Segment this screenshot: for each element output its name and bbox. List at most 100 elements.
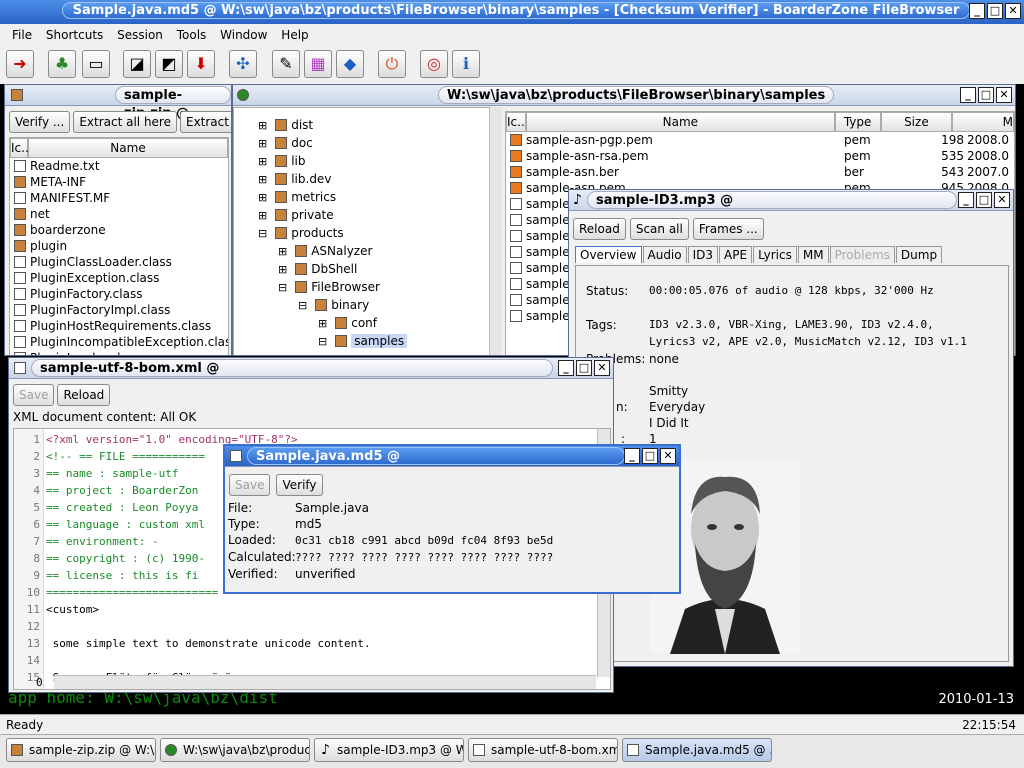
palette-icon[interactable]: ▦ — [304, 50, 332, 78]
maximize-icon[interactable]: □ — [978, 87, 994, 103]
expand-icon[interactable]: ⊞ — [258, 155, 267, 168]
tree-scrollbar[interactable] — [489, 107, 502, 355]
browser-title-bar[interactable]: W:\sw\java\bz\products\FileBrowser\binar… — [233, 85, 1015, 106]
zip-list-item[interactable]: PluginLoader.class — [14, 350, 228, 355]
cube-icon[interactable]: ◆ — [336, 50, 364, 78]
tree-node[interactable]: ⊟ products — [234, 224, 500, 242]
close-icon[interactable]: ✕ — [1005, 3, 1021, 19]
maximize-icon[interactable]: □ — [576, 360, 592, 376]
col-size[interactable]: Size — [880, 112, 953, 132]
zip-col-name[interactable]: Name — [28, 138, 228, 158]
minimize-icon[interactable]: _ — [958, 192, 974, 208]
task-zip[interactable]: sample-zip.zip @ W:\s... — [6, 738, 156, 762]
tree-node[interactable]: ⊟ binary — [234, 296, 500, 314]
maximize-icon[interactable]: □ — [642, 448, 658, 464]
minimize-icon[interactable]: _ — [969, 3, 985, 19]
expand-icon[interactable]: ⊟ — [318, 335, 327, 348]
extract-here-button[interactable]: Extract all here — [73, 111, 177, 133]
zip-list-item[interactable]: META-INF — [14, 174, 228, 190]
menu-tools[interactable]: Tools — [177, 28, 207, 42]
file-row[interactable]: sample-asn.ber ber 543 2007.0 — [506, 164, 1014, 180]
minimize-icon[interactable]: _ — [558, 360, 574, 376]
tree-node[interactable]: ⊞ doc — [234, 134, 500, 152]
tab-overview[interactable]: Overview — [575, 246, 642, 263]
arrange-icon[interactable]: ✣ — [229, 50, 257, 78]
save-button[interactable]: Save — [229, 474, 271, 496]
info-icon[interactable]: ℹ — [452, 50, 480, 78]
menu-window[interactable]: Window — [220, 28, 267, 42]
tree-node[interactable]: ⊞ conf — [234, 314, 500, 332]
file-row[interactable]: sample-asn-pgp.pem pem 198 2008.0 — [506, 132, 1014, 148]
tab-ape[interactable]: APE — [719, 246, 753, 263]
tree-node[interactable]: ⊞ lib.dev — [234, 170, 500, 188]
tree-icon[interactable]: ♣ — [48, 50, 76, 78]
tree-node[interactable]: ⊞ metrics — [234, 188, 500, 206]
zip-list-item[interactable]: plugin — [14, 238, 228, 254]
expand-icon[interactable]: ⊞ — [258, 173, 267, 186]
menu-shortcuts[interactable]: Shortcuts — [46, 28, 103, 42]
power-icon[interactable]: ⏻ — [378, 50, 406, 78]
cascade-icon[interactable]: ◪ — [123, 50, 151, 78]
task-xml[interactable]: sample-utf-8-bom.xml... — [468, 738, 618, 762]
col-icon[interactable]: Ic... — [506, 112, 529, 132]
save-button[interactable]: Save — [13, 384, 55, 406]
menu-help[interactable]: Help — [281, 28, 308, 42]
maximize-icon[interactable]: □ — [976, 192, 992, 208]
task-md5[interactable]: Sample.java.md5 @ ... — [622, 738, 772, 762]
col-type[interactable]: Type — [834, 112, 881, 132]
expand-icon[interactable]: ⊞ — [258, 209, 267, 222]
zip-list-item[interactable]: PluginFactory.class — [14, 286, 228, 302]
close-icon[interactable]: ✕ — [996, 87, 1012, 103]
minimize-icon[interactable]: _ — [960, 87, 976, 103]
close-icon[interactable]: ✕ — [994, 192, 1010, 208]
task-browser[interactable]: W:\sw\java\bz\product... — [160, 738, 310, 762]
tree-node[interactable]: ⊞ DbShell — [234, 260, 500, 278]
reload-button[interactable]: Reload — [57, 384, 111, 406]
md5-title-bar[interactable]: Sample.java.md5 @ W:\sw\java\bz\products… — [225, 446, 679, 467]
zip-col-icon[interactable]: Ic... — [10, 138, 33, 158]
tile-icon[interactable]: ◩ — [155, 50, 183, 78]
tree-node[interactable]: ⊟ samples — [234, 332, 500, 350]
frames-button[interactable]: Frames ... — [692, 218, 764, 240]
expand-icon[interactable]: ⊟ — [278, 281, 287, 294]
tree-node[interactable]: ⊞ private — [234, 206, 500, 224]
tab-lyrics[interactable]: Lyrics — [753, 246, 797, 263]
expand-icon[interactable]: ⊞ — [258, 119, 267, 132]
zip-list-item[interactable]: PluginIncompatibleException.class — [14, 334, 228, 350]
zip-list-item[interactable]: MANIFEST.MF — [14, 190, 228, 206]
zip-list-item[interactable]: boarderzone — [14, 222, 228, 238]
file-row[interactable]: sample-asn-rsa.pem pem 535 2008.0 — [506, 148, 1014, 164]
xml-title-bar[interactable]: sample-utf-8-bom.xml @ W:\sw\java\bz\pro… — [9, 358, 613, 379]
app-title-bar[interactable]: Sample.java.md5 @ W:\sw\java\bz\products… — [0, 0, 1024, 24]
expand-icon[interactable]: ⊞ — [278, 245, 287, 258]
tree-node[interactable]: ⊟ FileBrowser — [234, 278, 500, 296]
expand-icon[interactable]: ⊞ — [258, 137, 267, 150]
col-modified[interactable]: M — [952, 112, 1014, 132]
task-id3[interactable]: ♪ sample-ID3.mp3 @ W:... — [314, 738, 464, 762]
zip-list-item[interactable]: PluginClassLoader.class — [14, 254, 228, 270]
reload-button[interactable]: Reload — [573, 218, 626, 240]
id3-title-bar[interactable]: ♪ sample-ID3.mp3 @ W:\sw\java\bz\product… — [569, 190, 1013, 211]
scan-all-button[interactable]: Scan all — [629, 218, 689, 240]
zip-list-item[interactable]: PluginHostRequirements.class — [14, 318, 228, 334]
tile-down-icon[interactable]: ⬇ — [187, 50, 215, 78]
maximize-icon[interactable]: □ — [987, 3, 1003, 19]
zip-title-bar[interactable]: sample-zip.zip @ — [5, 85, 231, 121]
tab-problems[interactable]: Problems — [829, 246, 895, 263]
expand-icon[interactable]: ⊟ — [258, 227, 267, 240]
exit-icon[interactable]: ➜ — [6, 50, 34, 78]
zip-list-item[interactable]: net — [14, 206, 228, 222]
tree-node[interactable]: ⊞ ASNalyzer — [234, 242, 500, 260]
tree-node[interactable]: ⊞ dist — [234, 116, 500, 134]
col-name[interactable]: Name — [526, 112, 835, 132]
zip-list-item[interactable]: PluginException.class — [14, 270, 228, 286]
expand-icon[interactable]: ⊞ — [318, 317, 327, 330]
edit-icon[interactable]: ✎ — [272, 50, 300, 78]
verify-button[interactable]: Verify — [276, 474, 323, 496]
menu-file[interactable]: File — [12, 28, 32, 42]
minimize-icon[interactable]: _ — [624, 448, 640, 464]
expand-icon[interactable]: ⊞ — [258, 191, 267, 204]
expand-icon[interactable]: ⊞ — [278, 263, 287, 276]
tab-audio[interactable]: Audio — [642, 246, 687, 263]
tree-node[interactable]: ⊞ lib — [234, 152, 500, 170]
